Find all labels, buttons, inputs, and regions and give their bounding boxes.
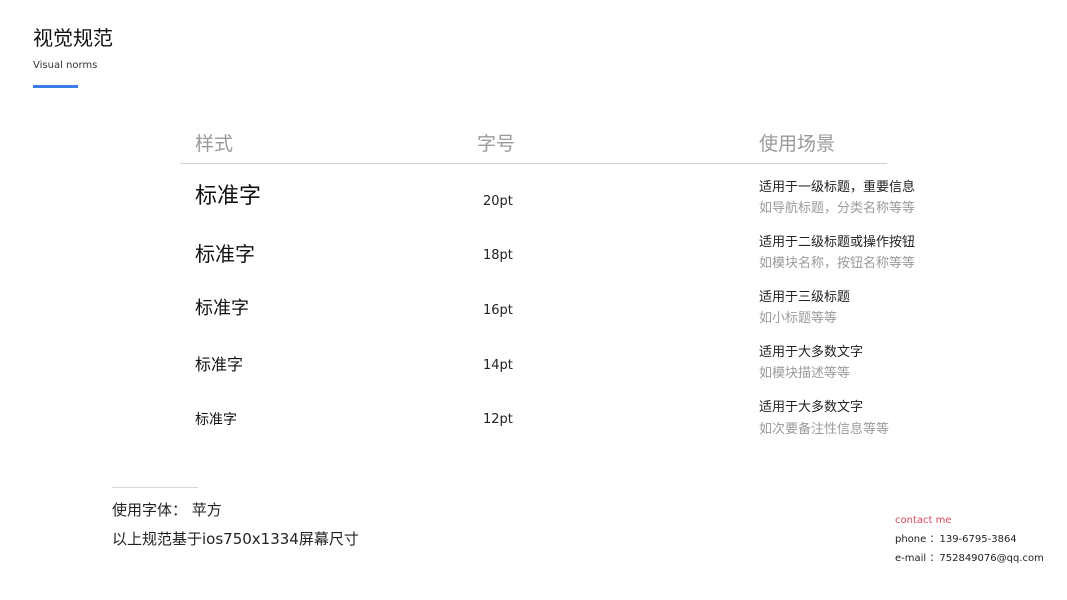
font-sample: 标准字 [195, 298, 249, 319]
contact-title: contact me [895, 515, 952, 526]
contact-phone: phone ：139-6795-3864 [895, 534, 1017, 545]
usage-secondary: 如小标题等等 [759, 311, 838, 326]
font-size-value: 20pt [483, 194, 513, 209]
page-title: 视觉规范 [33, 26, 113, 50]
font-size-value: 18pt [483, 248, 513, 263]
font-size-value: 16pt [483, 303, 513, 318]
usage-secondary: 如模块名称，按钮名称等等 [759, 256, 916, 271]
font-size-value: 12pt [483, 412, 513, 427]
usage-primary: 适用于一级标题，重要信息 [759, 180, 916, 195]
usage-primary: 适用于大多数文字 [759, 345, 864, 360]
font-sample: 标准字 [195, 184, 262, 209]
usage-secondary: 如模块描述等等 [759, 366, 851, 381]
page-subtitle: Visual norms [33, 60, 98, 71]
font-sample: 标准字 [195, 412, 237, 428]
usage-primary: 适用于二级标题或操作按钮 [759, 235, 916, 250]
usage-primary: 适用于大多数文字 [759, 400, 864, 415]
column-header-style: 样式 [195, 133, 234, 155]
font-sample: 标准字 [195, 242, 255, 266]
table-header-divider [180, 163, 887, 164]
footer-divider [112, 487, 198, 488]
basis-note: 以上规范基于ios750x1334屏幕尺寸 [112, 530, 359, 548]
column-header-usage: 使用场景 [759, 133, 836, 155]
font-sample: 标准字 [195, 355, 244, 374]
usage-primary: 适用于三级标题 [759, 290, 851, 305]
title-accent-bar [33, 85, 78, 88]
font-size-value: 14pt [483, 358, 513, 373]
font-note: 使用字体： 苹方 [112, 501, 222, 519]
contact-email: e-mail ：752849076@qq.com [895, 553, 1044, 564]
column-header-size: 字号 [477, 133, 516, 155]
usage-secondary: 如次要备注性信息等等 [759, 422, 890, 437]
usage-secondary: 如导航标题，分类名称等等 [759, 201, 916, 216]
